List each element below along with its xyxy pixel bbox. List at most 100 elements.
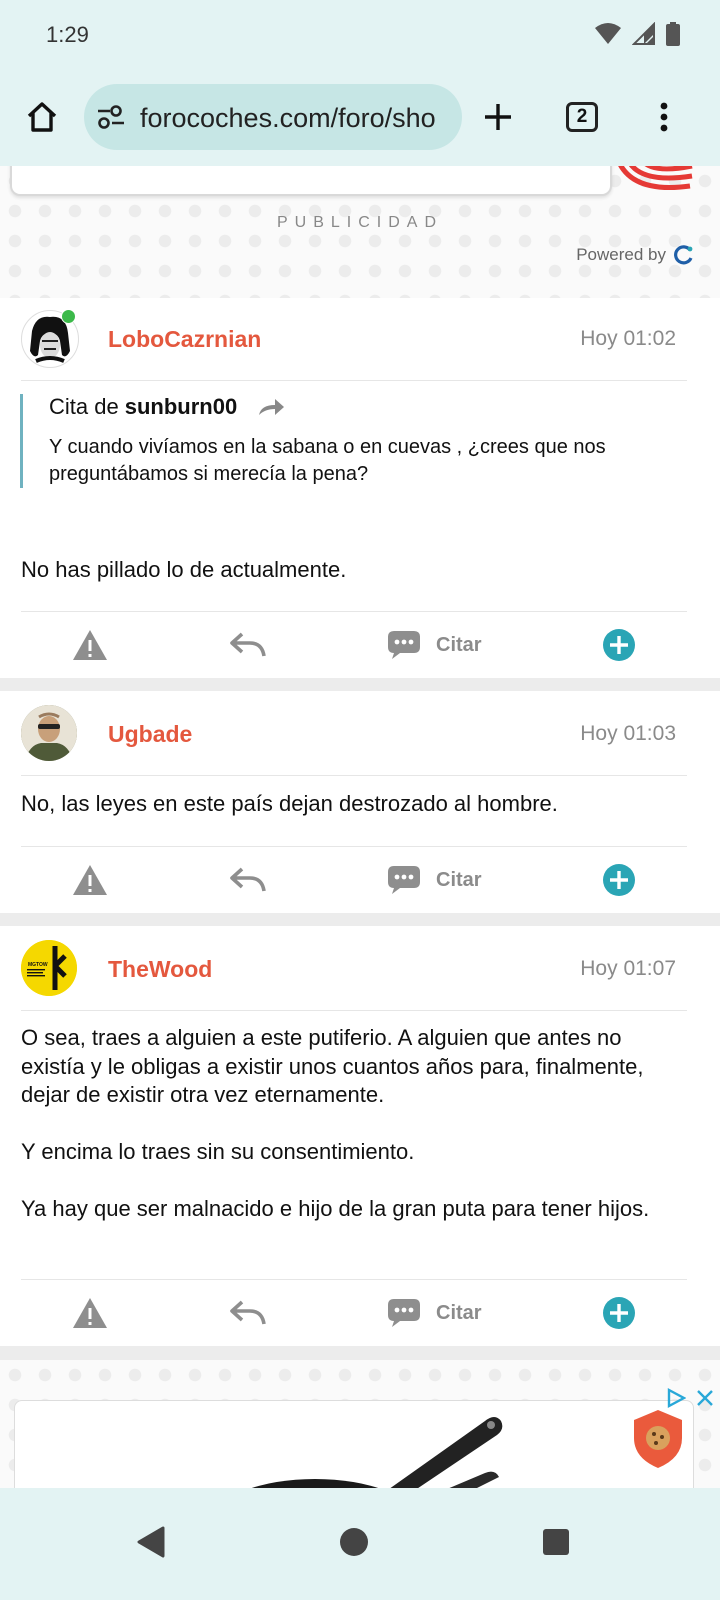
browser-chrome: 1:29 forocoches.com/foro/sho 2 xyxy=(0,0,720,166)
reply-button[interactable] xyxy=(230,613,266,677)
divider xyxy=(21,846,687,847)
post-body: No has pillado lo de actualmente. xyxy=(21,557,347,582)
status-icons xyxy=(594,22,680,46)
chat-bubble-icon xyxy=(388,631,420,659)
home-button[interactable] xyxy=(12,82,72,152)
plus-circle-icon xyxy=(603,629,635,661)
avatar[interactable] xyxy=(21,705,77,761)
provider-logo-icon xyxy=(674,245,693,265)
post-actions: Citar xyxy=(0,613,720,677)
report-button[interactable] xyxy=(72,848,108,912)
quote-block: Cita de sunburn00 Y cuando vivíamos en l… xyxy=(20,394,680,488)
post-time: Hoy 01:02 xyxy=(580,327,676,350)
divider xyxy=(21,1010,687,1011)
ad-choices[interactable] xyxy=(666,1388,714,1408)
divider xyxy=(21,1279,687,1280)
avatar-text: MGTOW xyxy=(28,962,48,968)
quote-text: Y cuando vivíamos en la sabana o en cuev… xyxy=(49,436,606,485)
reply-button[interactable] xyxy=(230,1281,266,1345)
quote-button[interactable]: Citar xyxy=(386,848,482,912)
menu-button[interactable] xyxy=(634,82,694,152)
divider xyxy=(21,380,687,381)
username[interactable]: LoboCazrnian xyxy=(108,326,261,353)
post-separator xyxy=(0,1346,720,1360)
warning-icon xyxy=(73,630,107,660)
username[interactable]: Ugbade xyxy=(108,721,192,748)
go-to-quote-icon[interactable] xyxy=(257,397,285,417)
plus-icon xyxy=(485,104,511,130)
powered-by-text: Powered by xyxy=(576,245,666,264)
quote-header: Cita de sunburn00 xyxy=(49,394,680,420)
cookie-shield-icon xyxy=(634,1410,682,1468)
recents-square-icon xyxy=(543,1529,569,1555)
post-actions: Citar xyxy=(0,1281,720,1345)
post-body: No, las leyes en este país dejan destroz… xyxy=(21,791,558,816)
divider xyxy=(21,611,687,612)
quote-button[interactable]: Citar xyxy=(386,613,482,677)
home-icon xyxy=(27,102,57,132)
chat-bubble-icon xyxy=(388,866,420,894)
forum-post: LoboCazrnian Hoy 01:02 Cita de sunburn00… xyxy=(0,298,720,678)
close-icon[interactable] xyxy=(696,1389,714,1407)
site-settings-icon xyxy=(98,105,124,129)
add-quote-button[interactable] xyxy=(602,1281,636,1345)
quote-label: Citar xyxy=(436,868,482,891)
quote-author[interactable]: sunburn00 xyxy=(125,394,237,420)
post-separator xyxy=(0,678,720,691)
url-text: forocoches.com/foro/sho xyxy=(140,103,436,133)
address-bar[interactable]: forocoches.com/foro/sho xyxy=(84,84,462,150)
warning-icon xyxy=(73,1298,107,1328)
post-body: O sea, traes a alguien a este putiferio.… xyxy=(21,1024,691,1224)
plus-circle-icon xyxy=(603,864,635,896)
reply-button[interactable] xyxy=(230,848,266,912)
quote-label: Citar xyxy=(436,1301,482,1324)
report-button[interactable] xyxy=(72,613,108,677)
post-time: Hoy 01:03 xyxy=(580,722,676,745)
quote-prefix: Cita de xyxy=(49,394,119,419)
post-paragraph: O sea, traes a alguien a este putiferio.… xyxy=(21,1025,644,1107)
recents-button[interactable] xyxy=(526,1512,586,1572)
post-time: Hoy 01:07 xyxy=(580,957,676,980)
powered-by[interactable]: Powered by xyxy=(576,244,694,266)
battery-icon xyxy=(666,22,680,46)
post-actions: Citar xyxy=(0,848,720,912)
quote-button[interactable]: Citar xyxy=(386,1281,482,1345)
online-status-dot xyxy=(61,309,76,324)
reply-icon xyxy=(230,867,266,892)
post-separator xyxy=(0,913,720,926)
add-quote-button[interactable] xyxy=(602,848,636,912)
forum-post: Ugbade Hoy 01:03 No, las leyes en este p… xyxy=(0,691,720,913)
ad-card[interactable] xyxy=(14,1400,694,1488)
ad-label: PUBLICIDAD xyxy=(276,214,444,231)
wifi-icon xyxy=(595,23,621,44)
warning-icon xyxy=(73,865,107,895)
home-nav-button[interactable] xyxy=(324,1512,384,1572)
cookie-settings-button[interactable] xyxy=(632,1408,684,1475)
signal-icon xyxy=(632,22,655,45)
post-paragraph: Y encima lo traes sin su consentimiento. xyxy=(21,1139,415,1164)
tab-count: 2 xyxy=(566,102,598,132)
system-nav-bar xyxy=(0,1488,720,1600)
ad-product-image xyxy=(251,1417,503,1488)
ad-banner-bottom xyxy=(0,1360,720,1488)
avatar[interactable]: MGTOW xyxy=(21,940,77,996)
back-button[interactable] xyxy=(120,1512,180,1572)
chat-bubble-icon xyxy=(388,1299,420,1327)
home-circle-icon xyxy=(340,1528,368,1556)
status-time: 1:29 xyxy=(46,22,89,47)
ad-banner-top: PUBLICIDAD Powered by xyxy=(0,156,720,298)
forum-post: MGTOW TheWood Hoy 01:07 O sea, traes a a… xyxy=(0,926,720,1346)
add-quote-button[interactable] xyxy=(602,613,636,677)
username[interactable]: TheWood xyxy=(108,956,212,983)
reply-icon xyxy=(230,632,266,657)
quote-label: Citar xyxy=(436,633,482,656)
plus-circle-icon xyxy=(603,1297,635,1329)
browser-toolbar: forocoches.com/foro/sho 2 xyxy=(0,82,720,152)
post-paragraph: Ya hay que ser malnacido e hijo de la gr… xyxy=(21,1196,650,1221)
reply-icon xyxy=(230,1300,266,1325)
new-tab-button[interactable] xyxy=(468,82,528,152)
tab-switcher-button[interactable]: 2 xyxy=(552,82,612,152)
report-button[interactable] xyxy=(72,1281,108,1345)
adchoices-icon xyxy=(667,1388,686,1408)
back-triangle-icon xyxy=(137,1526,165,1558)
